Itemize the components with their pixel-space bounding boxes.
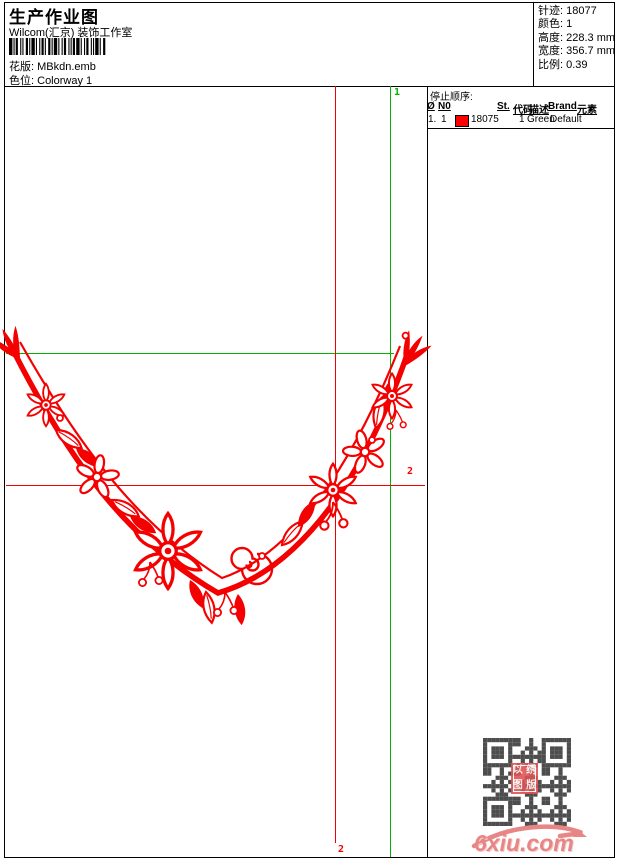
design-stats: 针迹: 18077 颜色: 1 高度: 228.3 mm 宽度: 356.7 m… — [538, 5, 615, 72]
page-border — [4, 2, 615, 858]
col-header-st: St. — [497, 101, 510, 112]
end-marker-right: 2 — [407, 467, 413, 477]
seal-char: 图 — [513, 781, 523, 791]
start-marker-top: 1 — [394, 88, 400, 98]
end-vertical-guide — [335, 86, 336, 843]
cell-seq: 1. — [428, 114, 436, 125]
design-area-divider — [427, 86, 428, 857]
cell-code: 1 — [519, 114, 525, 125]
cell-brand: Default — [550, 114, 582, 125]
col-header-n0: N0 — [438, 101, 451, 112]
stat-width: 宽度: 356.7 mm — [538, 45, 615, 58]
cell-st: 18075 — [471, 114, 499, 125]
stop-table-bottom-border — [427, 128, 614, 129]
col-header-brand: Brand — [548, 101, 577, 112]
start-vertical-guide — [390, 86, 391, 857]
site-logo: 6xiu.com — [466, 820, 596, 858]
colorway-label: 色位: — [9, 75, 34, 87]
colorway-row: 色位: Colorway 1 — [9, 72, 92, 88]
stat-scale: 比例: 0.39 — [538, 59, 615, 72]
stop-sequence-title: 停止顺序: — [430, 88, 473, 103]
seal-char: 绣 — [526, 766, 536, 776]
barcode — [9, 38, 109, 55]
colorway-value: Colorway 1 — [37, 75, 92, 87]
seal-char: 版 — [526, 781, 536, 791]
seal-char: 以 — [513, 766, 523, 776]
end-horizontal-guide — [6, 485, 425, 486]
color-swatch — [455, 115, 469, 127]
start-marker-left: 1 — [7, 342, 13, 352]
stat-colors: 颜色: 1 — [538, 18, 615, 31]
red-seal-stamp: 以 绣 图 版 — [511, 763, 538, 794]
stat-height: 高度: 228.3 mm — [538, 32, 615, 45]
production-worksheet: 生产作业图 Wilcom(汇京) 装饰工作室 花版: MBkdn.emb 色位:… — [0, 0, 620, 860]
logo-text: 6xiu.com — [474, 830, 574, 857]
end-marker-bottom: 2 — [338, 845, 344, 855]
header-divider — [4, 86, 614, 87]
cell-n0: 1 — [441, 114, 447, 125]
stats-box-divider — [533, 2, 534, 86]
col-header-hash: Ø — [427, 101, 435, 112]
stat-stitches: 针迹: 18077 — [538, 5, 615, 18]
